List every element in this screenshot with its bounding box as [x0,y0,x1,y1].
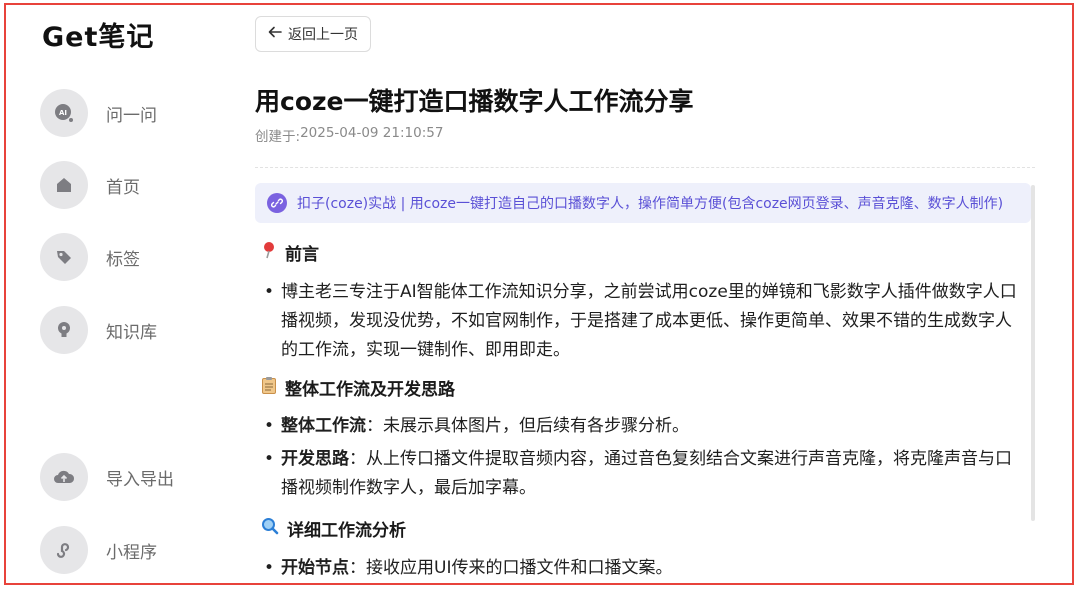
ai-chat-icon: AI [40,89,88,137]
section-heading-detailed-analysis: 详细工作流分析 [261,516,406,541]
created-date: 创建于: 2025-04-09 21:10:57 [255,125,443,145]
section-title: 整体工作流及开发思路 [285,380,455,400]
list-item: 开始节点：接收应用UI传来的口播文件和口播文案。 [261,554,1021,583]
sidebar-item-label: 小程序 [106,542,157,563]
list-item-term: 开发思路 [281,449,349,469]
list-item-text: 博主老三专注于AI智能体工作流知识分享，之前尝试用coze里的婵镜和飞影数字人插… [281,282,1017,360]
app-logo[interactable]: Get笔记 [42,15,154,54]
section-title: 前言 [285,245,319,265]
workflow-overview-list: 整体工作流：未展示具体图片，但后续有各步骤分析。 开发思路：从上传口播文件提取音… [261,412,1021,503]
list-item-term: 开始节点 [281,558,349,578]
sidebar-item-import-export[interactable]: 导入导出 [40,453,174,501]
sidebar-item-tags[interactable]: 标签 [40,233,140,281]
list-item-term: 整体工作流 [281,416,366,436]
source-link-text[interactable]: 扣子(coze)实战 | 用coze一键打造自己的口播数字人，操作简单方便(包含… [297,193,1031,213]
lightbulb-icon [40,306,88,354]
back-button[interactable]: 返回上一页 [255,16,371,52]
sidebar-item-label: 问一问 [106,105,157,126]
content-scrollbar[interactable] [1031,185,1035,521]
back-button-label: 返回上一页 [288,27,358,43]
arrow-left-icon [268,26,282,42]
sidebar-item-home[interactable]: 首页 [40,161,140,209]
sidebar-item-knowledge-base[interactable]: 知识库 [40,306,157,354]
magnifier-icon [261,517,279,540]
sidebar-item-label: 导入导出 [106,469,174,490]
source-link-card[interactable]: 扣子(coze)实战 | 用coze一键打造自己的口播数字人，操作简单方便(包含… [255,183,1031,223]
tag-icon [40,233,88,281]
cloud-upload-icon [40,453,88,501]
list-item: 整体工作流：未展示具体图片，但后续有各步骤分析。 [261,412,1021,441]
section-heading-preface: 前言 [261,240,319,265]
sidebar-item-label: 标签 [106,249,140,270]
divider [255,167,1035,168]
detailed-analysis-list: 开始节点：接收应用UI传来的口播文件和口播文案。 [261,554,1021,583]
section-title: 详细工作流分析 [287,521,406,541]
sidebar-item-label: 首页 [106,177,140,198]
list-item: 开发思路：从上传口播文件提取音频内容，通过音色复刻结合文案进行声音克隆，将克隆声… [261,445,1021,503]
sidebar-item-mini-program[interactable]: 小程序 [40,526,157,574]
created-timestamp: 2025-04-09 21:10:57 [300,125,444,141]
app-window: Get笔记 AI 问一问 首页 标签 知识库 导入导出 小程序 返回上一页 用c… [4,3,1074,585]
list-item: 博主老三专注于AI智能体工作流知识分享，之前尝试用coze里的婵镜和飞影数字人插… [261,278,1021,365]
pushpin-icon [261,241,277,264]
section-heading-workflow-overview: 整体工作流及开发思路 [261,375,455,400]
link-icon [267,193,287,213]
preface-list: 博主老三专注于AI智能体工作流知识分享，之前尝试用coze里的婵镜和飞影数字人插… [261,278,1021,365]
created-prefix: 创建于: [255,129,301,145]
list-item-text: ：从上传口播文件提取音频内容，通过音色复刻结合文案进行声音克隆，将克隆声音与口播… [281,449,1012,498]
sidebar-item-ask[interactable]: AI 问一问 [40,89,157,137]
clipboard-icon [261,376,277,399]
list-item-text: ：接收应用UI传来的口播文件和口播文案。 [349,558,673,578]
list-item-text: ：未展示具体图片，但后续有各步骤分析。 [366,416,689,436]
mini-program-icon [40,526,88,574]
note-title: 用coze一键打造口播数字人工作流分享 [255,87,694,116]
svg-text:AI: AI [59,109,67,117]
sidebar-item-label: 知识库 [106,322,157,343]
home-icon [40,161,88,209]
